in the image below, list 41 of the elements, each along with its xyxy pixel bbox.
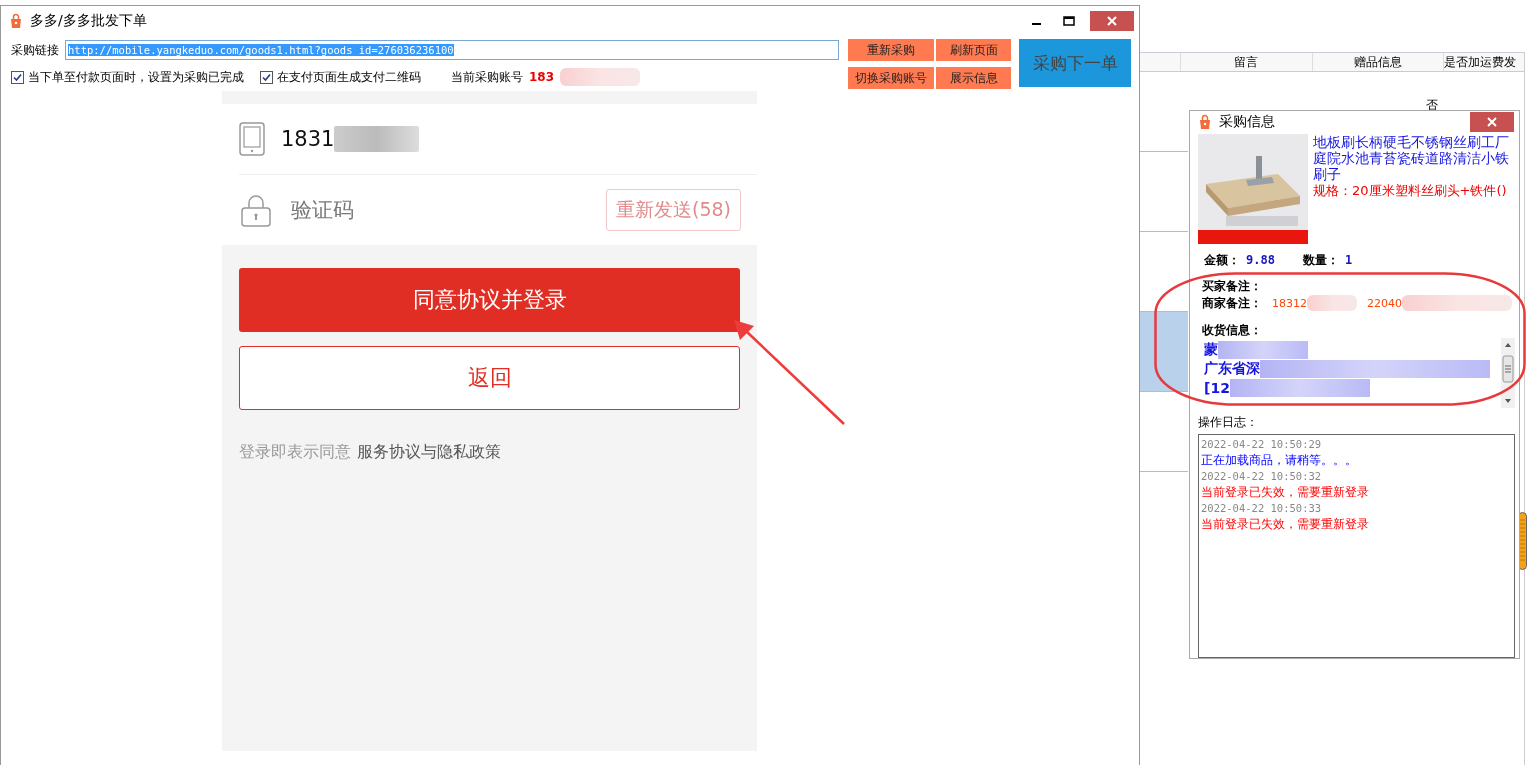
log-timestamp: 2022-04-22 10:50:29	[1201, 437, 1323, 452]
note-text: 22040	[1367, 296, 1402, 310]
note-text: 18312	[1272, 296, 1307, 310]
log-message: 当前登录已失效，需要重新登录	[1201, 484, 1370, 500]
agreement-link[interactable]: 服务协议与隐私政策	[357, 442, 501, 461]
field-label: 采购链接	[11, 41, 59, 59]
log-timestamp: 2022-04-22 10:50:33	[1201, 501, 1323, 516]
action-button[interactable]: 刷新页面	[936, 39, 1012, 61]
action-button[interactable]: 重新采购	[848, 39, 935, 61]
column-header[interactable]: 留言	[1180, 53, 1312, 71]
product-spec: 规格：20厘米塑料丝刷头+铁件()	[1313, 182, 1508, 200]
back-button[interactable]: 返回	[239, 346, 740, 410]
action-button[interactable]: 切换采购账号	[848, 67, 935, 89]
amount-value: 9.88	[1246, 253, 1275, 267]
account-number: 183	[529, 70, 555, 84]
column-header[interactable]: 赠品信息	[1311, 53, 1443, 71]
log-message: 当前登录已失效，需要重新登录	[1201, 516, 1370, 532]
log-timestamp: 2022-04-22 10:50:32	[1201, 469, 1323, 484]
product-title[interactable]: 地板刷长柄硬毛不锈钢丝刷工厂庭院水池青苔瓷砖道路清洁小铁刷子	[1313, 134, 1515, 182]
log-message: 正在加载商品，请稍等。。。	[1201, 452, 1358, 468]
quantity-value: 1	[1344, 253, 1353, 267]
field-label: 操作日志：	[1198, 414, 1259, 431]
login-button[interactable]: 同意协议并登录	[239, 268, 740, 332]
window-title: 采购信息	[1219, 112, 1275, 131]
table-cell: 否	[1426, 99, 1438, 112]
phone-field[interactable]: 1831	[281, 126, 741, 152]
field-label: 买家备注：	[1201, 278, 1263, 294]
agreement-text: 登录即表示同意	[239, 442, 351, 461]
column-header[interactable]: 是否加运费发	[1443, 53, 1524, 71]
address-text: 广东省深	[1204, 359, 1260, 378]
field-label: 商家备注：	[1202, 294, 1262, 312]
address-text: 蒙	[1204, 340, 1218, 359]
checkbox-option[interactable]: 在支付页面生成支付二维码	[260, 68, 421, 86]
field-label: 数量：	[1302, 251, 1339, 269]
field-label: 当前采购账号	[451, 68, 523, 86]
window-title: 多多/多多批发下单	[30, 12, 147, 30]
action-button[interactable]: 展示信息	[936, 67, 1012, 89]
address-text: [12	[1204, 379, 1230, 396]
field-label: 金额：	[1204, 251, 1240, 269]
checkbox-option[interactable]: 当下单至付款页面时，设置为采购已完成	[11, 68, 244, 86]
field-label: 收货信息：	[1201, 322, 1263, 338]
